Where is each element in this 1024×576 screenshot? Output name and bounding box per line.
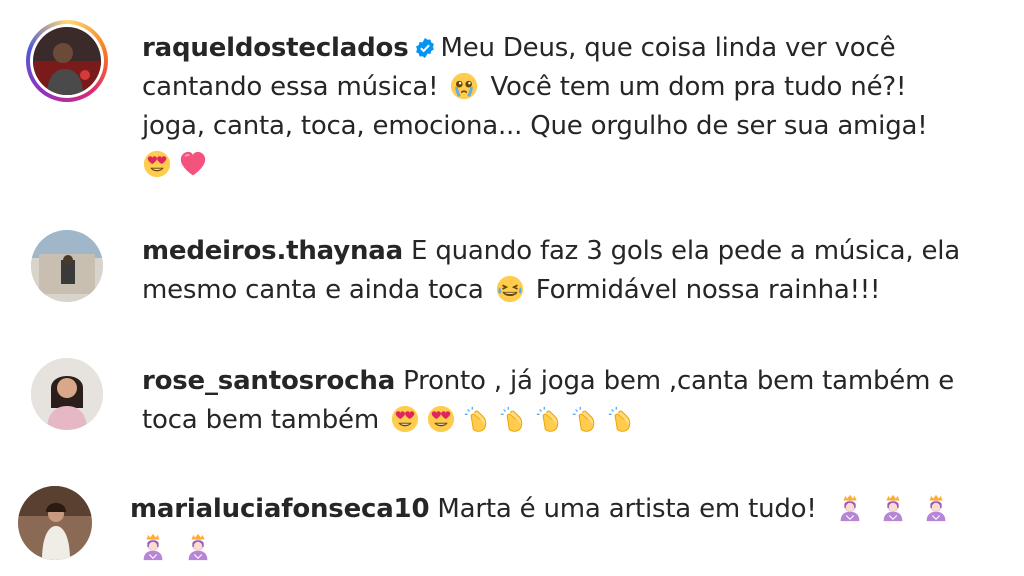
verified-badge-icon xyxy=(416,37,435,59)
princess-icon xyxy=(183,532,213,562)
comment-username[interactable]: marialuciafonseca10 xyxy=(130,494,430,524)
comment-text: toca bem também xyxy=(142,405,379,435)
heart-eyes-face-icon xyxy=(390,404,420,434)
avatar[interactable] xyxy=(31,358,103,430)
clapping-hands-icon xyxy=(570,404,600,434)
heart-eyes-face-icon xyxy=(426,404,456,434)
princess-icon xyxy=(835,493,865,523)
pink-heart-icon xyxy=(178,149,208,179)
comment-text: Pronto , já joga bem ,canta bem também e xyxy=(403,366,955,396)
princess-icon xyxy=(878,493,908,523)
story-ring[interactable] xyxy=(26,20,108,102)
princess-icon xyxy=(921,493,951,523)
avatar[interactable] xyxy=(31,230,103,302)
comment-text: Meu Deus, que coisa linda ver você xyxy=(440,33,896,63)
laughing-face-icon xyxy=(495,274,525,304)
comment-text: E quando faz 3 gols ela pede a música, e… xyxy=(411,236,961,266)
comment-text: cantando essa música! xyxy=(142,72,439,102)
comment-username[interactable]: rose_santosrocha xyxy=(142,366,395,396)
comment-text: mesmo canta e ainda toca xyxy=(142,275,484,305)
comment-text: joga, canta, toca, emociona... Que orgul… xyxy=(142,111,928,141)
clapping-hands-icon xyxy=(462,404,492,434)
heart-eyes-face-icon xyxy=(142,149,172,179)
avatar[interactable] xyxy=(33,27,101,95)
clapping-hands-icon xyxy=(498,404,528,434)
comment-text: Formidável nossa rainha!!! xyxy=(535,275,881,305)
comment-text: Você tem um dom pra tudo né?! xyxy=(490,72,907,102)
clapping-hands-icon xyxy=(606,404,636,434)
comment-username[interactable]: raqueldosteclados xyxy=(142,33,409,63)
avatar[interactable] xyxy=(18,486,92,560)
comment-text: Marta é uma artista em tudo! xyxy=(437,494,817,524)
clapping-hands-icon xyxy=(534,404,564,434)
princess-icon xyxy=(138,532,168,562)
crying-face-icon xyxy=(449,71,479,101)
comment-username[interactable]: medeiros.thaynaa xyxy=(142,236,403,266)
